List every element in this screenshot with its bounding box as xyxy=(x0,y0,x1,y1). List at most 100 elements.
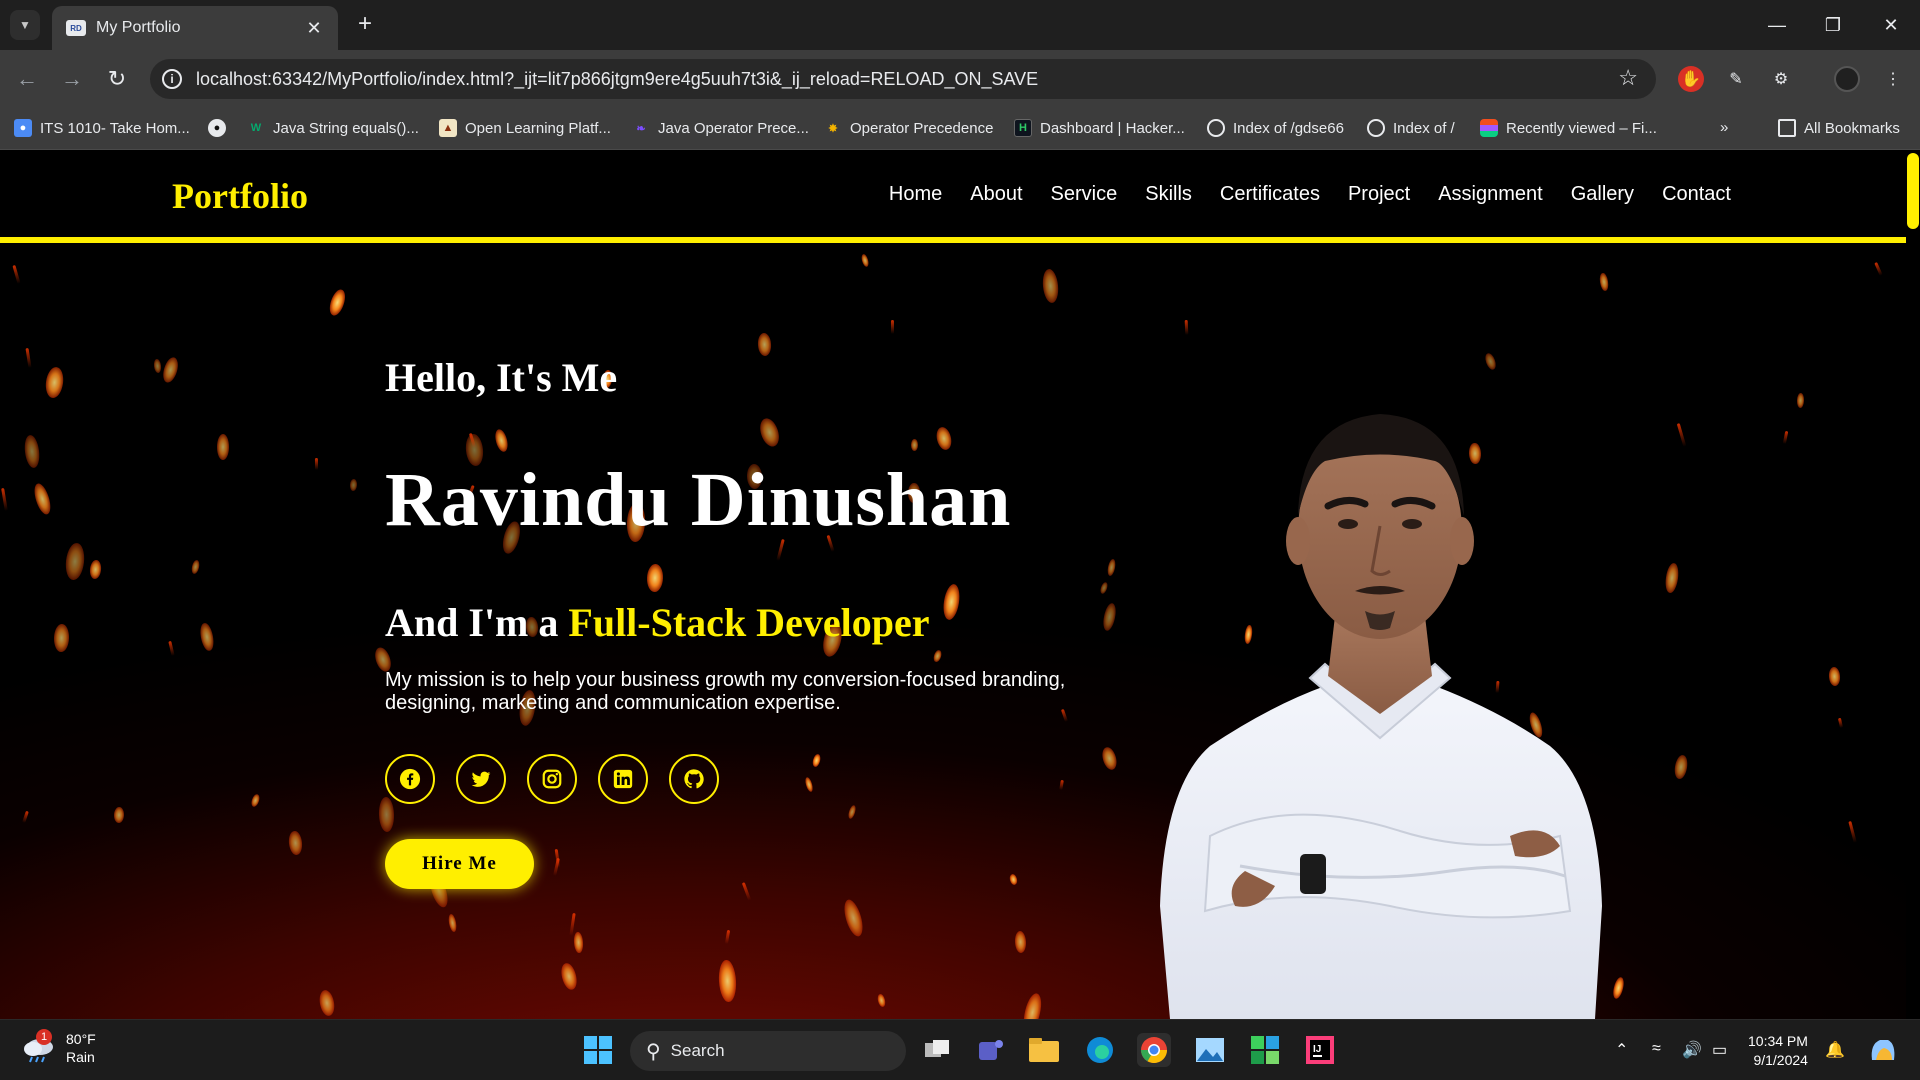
bookmark-star-icon[interactable]: ☆ xyxy=(1618,65,1638,91)
task-view-icon[interactable] xyxy=(920,1033,954,1067)
nav-gallery[interactable]: Gallery xyxy=(1571,183,1634,206)
bookmark-item[interactable]: W Java String equals()... xyxy=(247,119,419,137)
edge-icon[interactable] xyxy=(1083,1033,1117,1067)
extensions-puzzle-icon[interactable]: ⚙ xyxy=(1768,66,1794,92)
ember-particle xyxy=(573,931,584,953)
bookmark-label: Index of /gdse66 xyxy=(1233,119,1344,137)
profile-avatar[interactable] xyxy=(1834,66,1860,92)
rain-cloud-icon: 1 xyxy=(22,1029,56,1063)
forward-icon[interactable]: → xyxy=(58,65,86,93)
linkedin-link[interactable] xyxy=(598,754,648,804)
extension-adblock-icon[interactable]: ✋ xyxy=(1678,66,1704,92)
page-scrollbar[interactable] xyxy=(1906,151,1920,1019)
tab-close-icon[interactable]: ✕ xyxy=(304,18,324,39)
facebook-link[interactable] xyxy=(385,754,435,804)
figma-icon xyxy=(1480,119,1498,137)
notification-bell-icon[interactable]: 🔔 xyxy=(1825,1040,1845,1060)
hackerrank-icon: H xyxy=(1014,119,1032,137)
ember-particle xyxy=(757,416,783,449)
ember-streak xyxy=(25,348,32,369)
extension-eyedropper-icon[interactable]: ✎ xyxy=(1723,66,1749,92)
ember-particle xyxy=(1099,581,1110,595)
spotify-grid-icon[interactable] xyxy=(1248,1033,1282,1067)
browser-tab-strip: ▼ RD My Portfolio ✕ + — ❐ ✕ xyxy=(0,0,1920,50)
bookmark-item[interactable]: Recently viewed – Fi... xyxy=(1480,119,1657,137)
tab-search-button[interactable]: ▼ xyxy=(10,10,40,40)
ember-streak xyxy=(168,640,175,657)
ember-particle xyxy=(804,776,815,792)
ember-streak xyxy=(1848,821,1857,843)
nav-skills[interactable]: Skills xyxy=(1145,183,1192,206)
bookmark-label: Operator Precedence xyxy=(850,119,994,137)
ember-particle xyxy=(1663,562,1680,593)
minimize-icon[interactable]: — xyxy=(1762,12,1792,38)
ember-streak xyxy=(1,487,9,512)
taskbar-search-label: Search xyxy=(670,1041,725,1060)
ember-particle xyxy=(1101,601,1119,633)
ember-particle xyxy=(1020,992,1045,1019)
clock[interactable]: 10:34 PM 9/1/2024 xyxy=(1748,1032,1808,1070)
nav-project[interactable]: Project xyxy=(1348,183,1410,206)
copilot-icon[interactable] xyxy=(1868,1036,1898,1069)
window-close-icon[interactable]: ✕ xyxy=(1876,12,1906,38)
url-text[interactable]: localhost:63342/MyPortfolio/index.html?_… xyxy=(196,69,1038,90)
chrome-icon[interactable] xyxy=(1137,1033,1171,1067)
address-bar[interactable]: i localhost:63342/MyPortfolio/index.html… xyxy=(150,59,1656,99)
nav-assignment[interactable]: Assignment xyxy=(1438,183,1543,206)
ember-streak xyxy=(891,320,895,334)
ember-particle xyxy=(447,913,458,933)
bookmarks-overflow-icon[interactable]: » xyxy=(1720,119,1728,136)
all-bookmarks-folder[interactable]: All Bookmarks xyxy=(1778,119,1900,137)
nav-certificates[interactable]: Certificates xyxy=(1220,183,1320,206)
intellij-icon[interactable]: IJ xyxy=(1303,1033,1337,1067)
nav-about[interactable]: About xyxy=(970,183,1022,206)
bookmark-item[interactable]: ✸ Operator Precedence xyxy=(824,119,993,137)
twitter-icon xyxy=(471,771,491,787)
bookmark-item[interactable]: ● ITS 1010- Take Hom... xyxy=(14,119,190,137)
restore-icon[interactable]: ❐ xyxy=(1818,12,1848,38)
bookmark-label: Index of / xyxy=(1393,119,1455,137)
windows-start-icon[interactable] xyxy=(581,1033,615,1067)
bookmark-item[interactable]: Index of /gdse66 xyxy=(1207,119,1344,137)
bookmark-item[interactable]: ❧ Java Operator Prece... xyxy=(632,119,809,137)
new-tab-button[interactable]: + xyxy=(352,12,378,38)
battery-icon[interactable]: ▭ xyxy=(1712,1040,1727,1060)
bookmark-label: Open Learning Platf... xyxy=(465,119,611,137)
hire-me-button[interactable]: Hire Me xyxy=(385,839,534,889)
bookmark-item[interactable]: Index of / xyxy=(1367,119,1455,137)
bookmark-item[interactable]: H Dashboard | Hacker... xyxy=(1014,119,1185,137)
nav-home[interactable]: Home xyxy=(889,183,942,206)
active-tab[interactable]: RD My Portfolio ✕ xyxy=(52,6,338,50)
ember-particle xyxy=(1598,272,1609,291)
ember-particle xyxy=(1611,976,1626,1000)
twitter-link[interactable] xyxy=(456,754,506,804)
github-link[interactable] xyxy=(669,754,719,804)
ember-streak xyxy=(22,810,29,823)
site-info-icon[interactable]: i xyxy=(162,69,182,89)
bee-icon: ✸ xyxy=(828,122,838,135)
teams-icon[interactable] xyxy=(973,1033,1007,1067)
ember-particle xyxy=(113,806,125,824)
bookmark-item[interactable]: ▲ Open Learning Platf... xyxy=(439,119,611,137)
photos-icon[interactable] xyxy=(1193,1033,1227,1067)
instagram-link[interactable] xyxy=(527,754,577,804)
weather-widget[interactable]: 1 80°F Rain xyxy=(22,1029,96,1066)
ember-streak xyxy=(314,457,318,470)
ember-particle xyxy=(1014,930,1027,954)
back-icon[interactable]: ← xyxy=(13,65,41,93)
file-explorer-icon[interactable] xyxy=(1027,1033,1061,1067)
scrollbar-thumb[interactable] xyxy=(1907,153,1919,229)
hero-greeting: Hello, It's Me xyxy=(385,355,618,400)
bookmark-item[interactable]: ● xyxy=(208,119,234,137)
tray-chevron-icon[interactable]: ⌃ xyxy=(1615,1040,1628,1060)
nav-service[interactable]: Service xyxy=(1051,183,1118,206)
taskbar-search[interactable]: ⚲ Search xyxy=(630,1031,906,1071)
volume-icon[interactable]: 🔊 xyxy=(1682,1040,1702,1060)
site-logo[interactable]: Portfolio xyxy=(172,175,308,217)
menu-kebab-icon[interactable]: ⋮ xyxy=(1880,66,1906,92)
ember-particle xyxy=(911,438,919,452)
ember-particle xyxy=(1008,873,1018,887)
wifi-icon[interactable]: ≈ xyxy=(1652,1040,1661,1058)
reload-icon[interactable]: ↻ xyxy=(103,65,131,93)
nav-contact[interactable]: Contact xyxy=(1662,183,1731,206)
